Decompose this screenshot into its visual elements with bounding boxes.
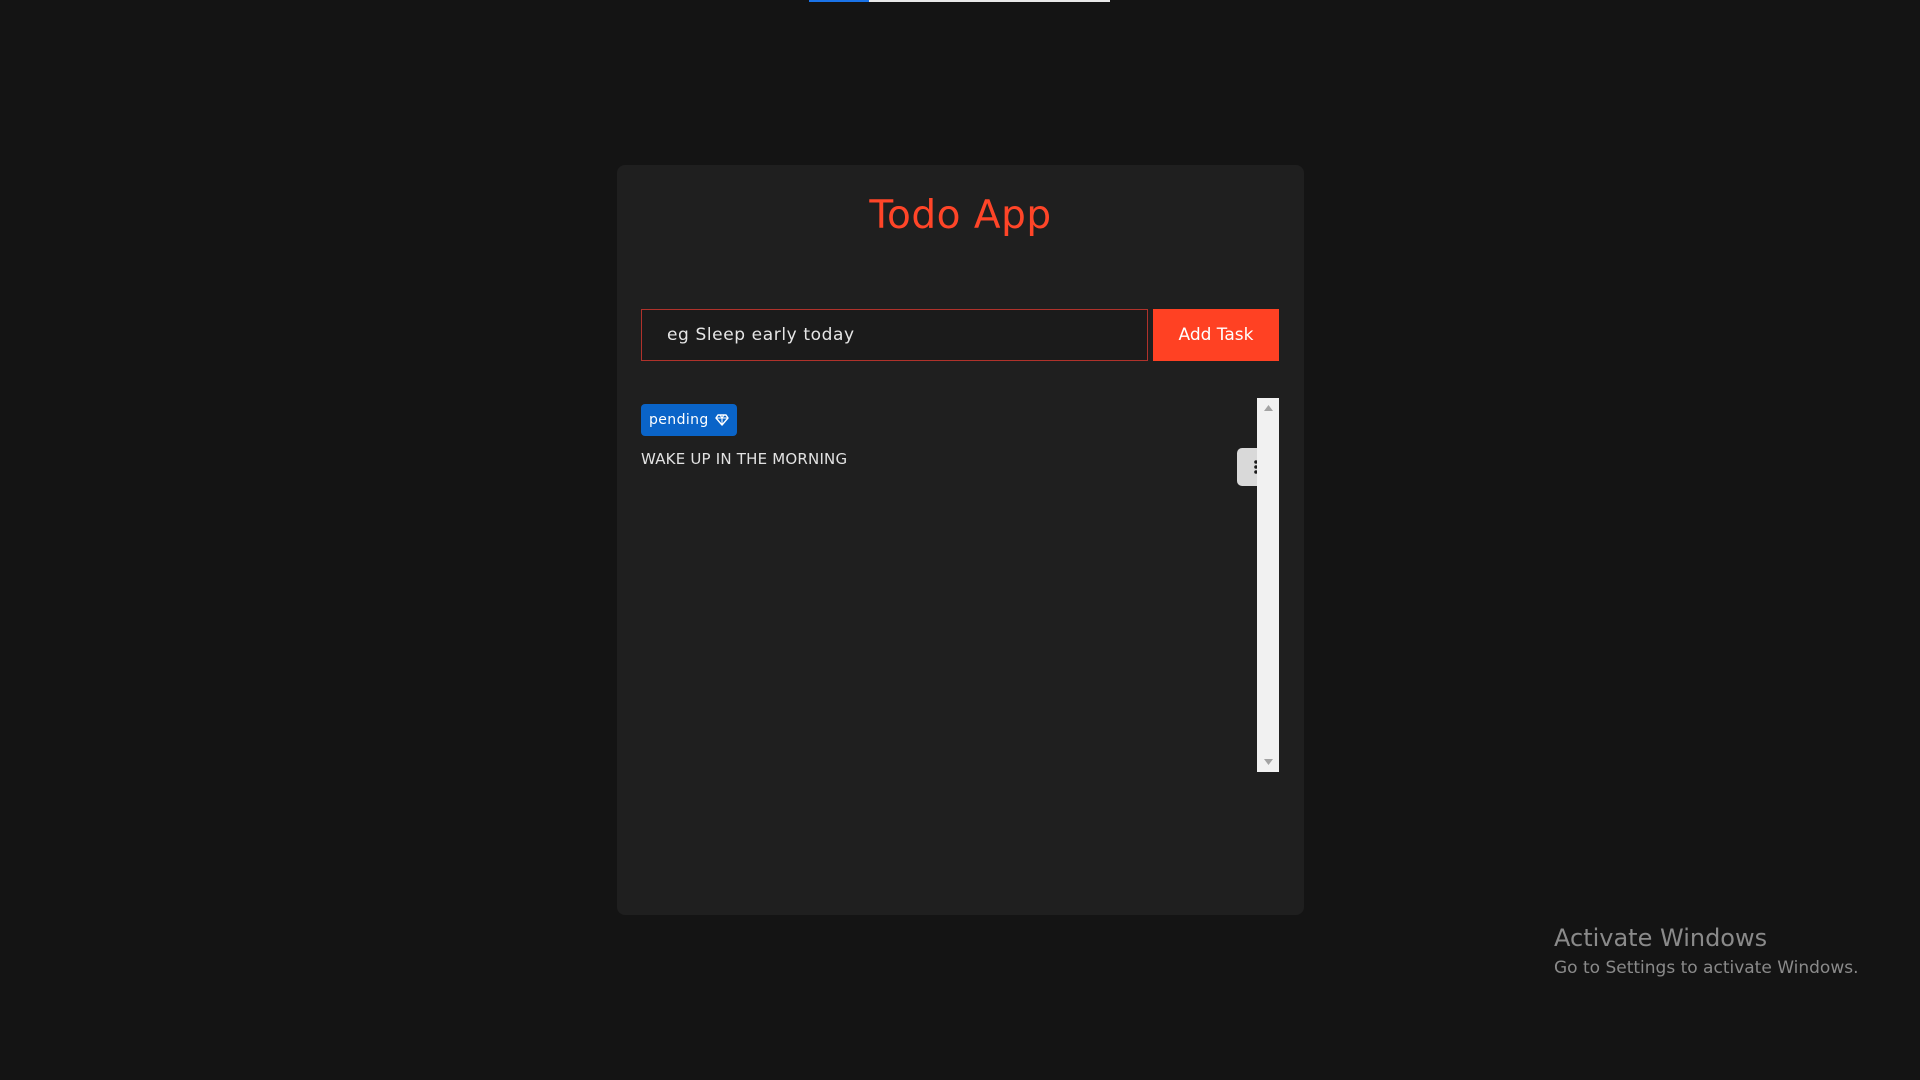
task-list[interactable]: pending WAKE UP IN THE MORNING — [641, 398, 1279, 772]
status-label: pending — [649, 412, 709, 428]
app-title: Todo App — [869, 193, 1052, 238]
gem-icon — [715, 414, 729, 426]
add-task-button[interactable]: Add Task — [1153, 309, 1279, 361]
task-item: pending WAKE UP IN THE MORNING — [641, 398, 1275, 488]
task-text: WAKE UP IN THE MORNING — [641, 450, 848, 468]
caret-down-icon — [1263, 759, 1273, 765]
scroll-down-arrow[interactable] — [1257, 754, 1279, 770]
page-loading-bar — [809, 0, 1110, 2]
scroll-up-arrow[interactable] — [1257, 400, 1279, 416]
task-input[interactable] — [641, 309, 1148, 361]
todo-card: Todo App Add Task pending WAKE UP IN THE… — [617, 165, 1304, 915]
status-badge[interactable]: pending — [641, 404, 737, 436]
watermark-title: Activate Windows — [1554, 924, 1768, 952]
watermark-subtitle: Go to Settings to activate Windows. — [1554, 958, 1859, 978]
windows-activation-watermark: Activate Windows Go to Settings to activ… — [1554, 924, 1859, 978]
page-loading-bar-fill — [809, 0, 870, 2]
caret-up-icon — [1263, 405, 1273, 411]
task-list-scrollbar[interactable] — [1257, 398, 1279, 772]
